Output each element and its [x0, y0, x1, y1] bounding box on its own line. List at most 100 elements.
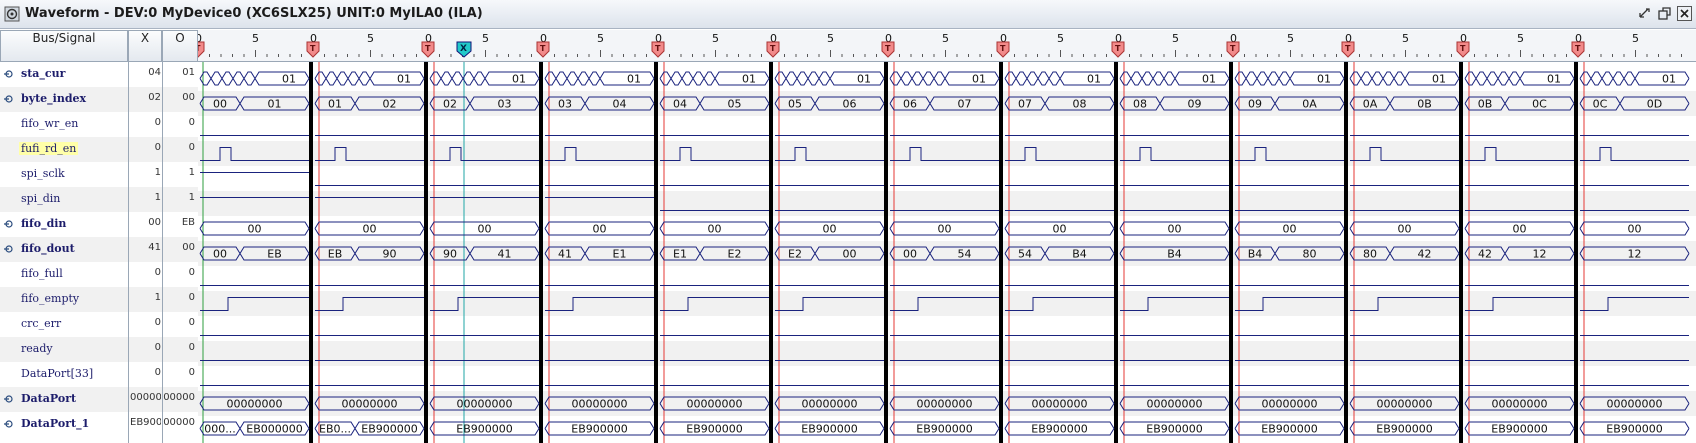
signal-name: sta_cur	[21, 67, 66, 80]
column-header-x[interactable]: X	[128, 30, 162, 62]
bus-value: B4	[1248, 248, 1263, 261]
o-cursor-value: 00	[182, 242, 195, 253]
svg-text:T: T	[1115, 44, 1121, 53]
bus-value: 00000000	[802, 398, 858, 411]
signal-row[interactable]: DataPort_1 EB900 00000	[0, 412, 199, 437]
ruler-tick-label: 5	[942, 32, 949, 45]
svg-text:T: T	[1575, 44, 1581, 53]
close-icon[interactable]	[1676, 5, 1693, 22]
x-cursor-value: 00	[148, 217, 161, 228]
bus-value: 09	[1248, 98, 1262, 111]
bus-value: 00000000	[572, 398, 628, 411]
signal-row[interactable]: fifo_wr_en 0 0	[0, 112, 199, 137]
signal-name: fifo_empty	[21, 292, 80, 305]
signal-name: DataPort	[21, 392, 77, 405]
bus-value: 00000000	[227, 398, 283, 411]
bus-value: 00	[248, 223, 262, 236]
signal-row[interactable]: crc_err 0 0	[0, 312, 199, 337]
x-cursor-value: 04	[148, 67, 161, 78]
bus-value: EB900000	[1376, 423, 1433, 436]
waveform-segment: EB0... EB900000	[314, 421, 425, 436]
bus-value: 01	[1317, 73, 1331, 86]
bus-value: 01	[1547, 73, 1561, 86]
bus-value: EB900000	[686, 423, 743, 436]
signal-row[interactable]: DataPort[33] 0 0	[0, 362, 199, 387]
svg-text:T: T	[1345, 44, 1351, 53]
bus-value: 00	[843, 248, 857, 261]
bus-value: 000...	[204, 423, 236, 436]
bus-value: 01	[1087, 73, 1101, 86]
signal-row[interactable]: DataPort 00000 00000	[0, 387, 199, 412]
signal-name: DataPort[33]	[21, 367, 94, 380]
ruler-tick-label: 5	[597, 32, 604, 45]
bus-value: EB0...	[319, 423, 351, 436]
x-cursor-value: 0	[154, 142, 161, 153]
signal-name: crc_err	[21, 317, 62, 330]
ruler-tick-label: 5	[367, 32, 374, 45]
column-header-signal[interactable]: Bus/Signal	[0, 30, 128, 62]
o-cursor-value: 0	[188, 267, 195, 278]
bus-value: 00	[903, 248, 917, 261]
restore-icon[interactable]	[1656, 5, 1673, 22]
signal-name: fufi_rd_en	[19, 142, 79, 155]
bus-value: EB900000	[456, 423, 513, 436]
signal-row[interactable]: fifo_din 00 EB	[0, 212, 199, 237]
o-cursor-value: 1	[188, 167, 195, 178]
signal-row[interactable]: byte_index 02 00	[0, 87, 199, 112]
waveform-canvas[interactable]: 0 5 0 5 0 5 0 5 0 5 0 5 0 5 0 5 0 5 0 5 0 5 0 5 0 501 01 01 01 01 01 01…	[198, 30, 1696, 443]
bus-value: 01	[268, 98, 282, 111]
x-cursor-value: 1	[154, 167, 161, 178]
svg-text:T: T	[540, 44, 546, 53]
bus-value: 54	[1018, 248, 1032, 261]
expand-icon[interactable]	[4, 420, 14, 428]
signal-row[interactable]: fifo_full 0 0	[0, 262, 199, 287]
bus-value: 08	[1133, 98, 1147, 111]
bus-value: 90	[443, 248, 457, 261]
expand-icon[interactable]	[4, 220, 14, 228]
expand-icon[interactable]	[4, 395, 14, 403]
expand-icon[interactable]	[4, 245, 14, 253]
bus-value: 01	[282, 73, 296, 86]
signal-row[interactable]: spi_sclk 1 1	[0, 162, 199, 187]
bus-value: 03	[558, 98, 572, 111]
x-cursor-value: 41	[148, 242, 161, 253]
signal-row[interactable]: ready 0 0	[0, 337, 199, 362]
expand-icon[interactable]	[4, 70, 14, 78]
bus-value: EB000000	[246, 423, 303, 436]
bus-value: 01	[397, 73, 411, 86]
bus-value: EB900000	[1491, 423, 1548, 436]
signal-row[interactable]: fufi_rd_en 0 0	[0, 137, 199, 162]
signal-row[interactable]: fifo_empty 1 0	[0, 287, 199, 312]
bus-value: 90	[383, 248, 397, 261]
bus-value: 02	[443, 98, 457, 111]
bus-value: 00000000	[1262, 398, 1318, 411]
bus-value: EB900000	[1261, 423, 1318, 436]
column-header-o[interactable]: O	[162, 30, 198, 62]
x-cursor-value: 0	[154, 342, 161, 353]
bus-value: 08	[1073, 98, 1087, 111]
bus-value: 00000000	[687, 398, 743, 411]
bus-value: 01	[1662, 73, 1676, 86]
bus-value: 01	[328, 98, 342, 111]
o-cursor-value: 0	[188, 292, 195, 303]
ruler-tick-label: 5	[1057, 32, 1064, 45]
minimize-icon[interactable]	[1636, 5, 1653, 22]
signal-row[interactable]: fifo_dout 41 00	[0, 237, 199, 262]
bus-value: 06	[843, 98, 857, 111]
bus-value: 54	[958, 248, 972, 261]
signal-name: ready	[21, 342, 53, 355]
bus-value: 03	[498, 98, 512, 111]
bus-value: 42	[1478, 248, 1492, 261]
expand-icon[interactable]	[4, 95, 14, 103]
bus-value: 05	[728, 98, 742, 111]
bus-value: E2	[728, 248, 742, 261]
signal-list: sta_cur 04 01 byte_index 02 00 fifo_wr_en 0 0 fuf…	[0, 62, 199, 443]
signal-name: byte_index	[21, 92, 87, 105]
signal-row[interactable]: sta_cur 04 01	[0, 62, 199, 87]
x-cursor-value: 02	[148, 92, 161, 103]
signal-row[interactable]: spi_din 1 1	[0, 187, 199, 212]
bus-value: 00	[1283, 223, 1297, 236]
bus-value: 07	[958, 98, 972, 111]
svg-text:X: X	[460, 44, 467, 54]
svg-text:T: T	[655, 44, 661, 53]
